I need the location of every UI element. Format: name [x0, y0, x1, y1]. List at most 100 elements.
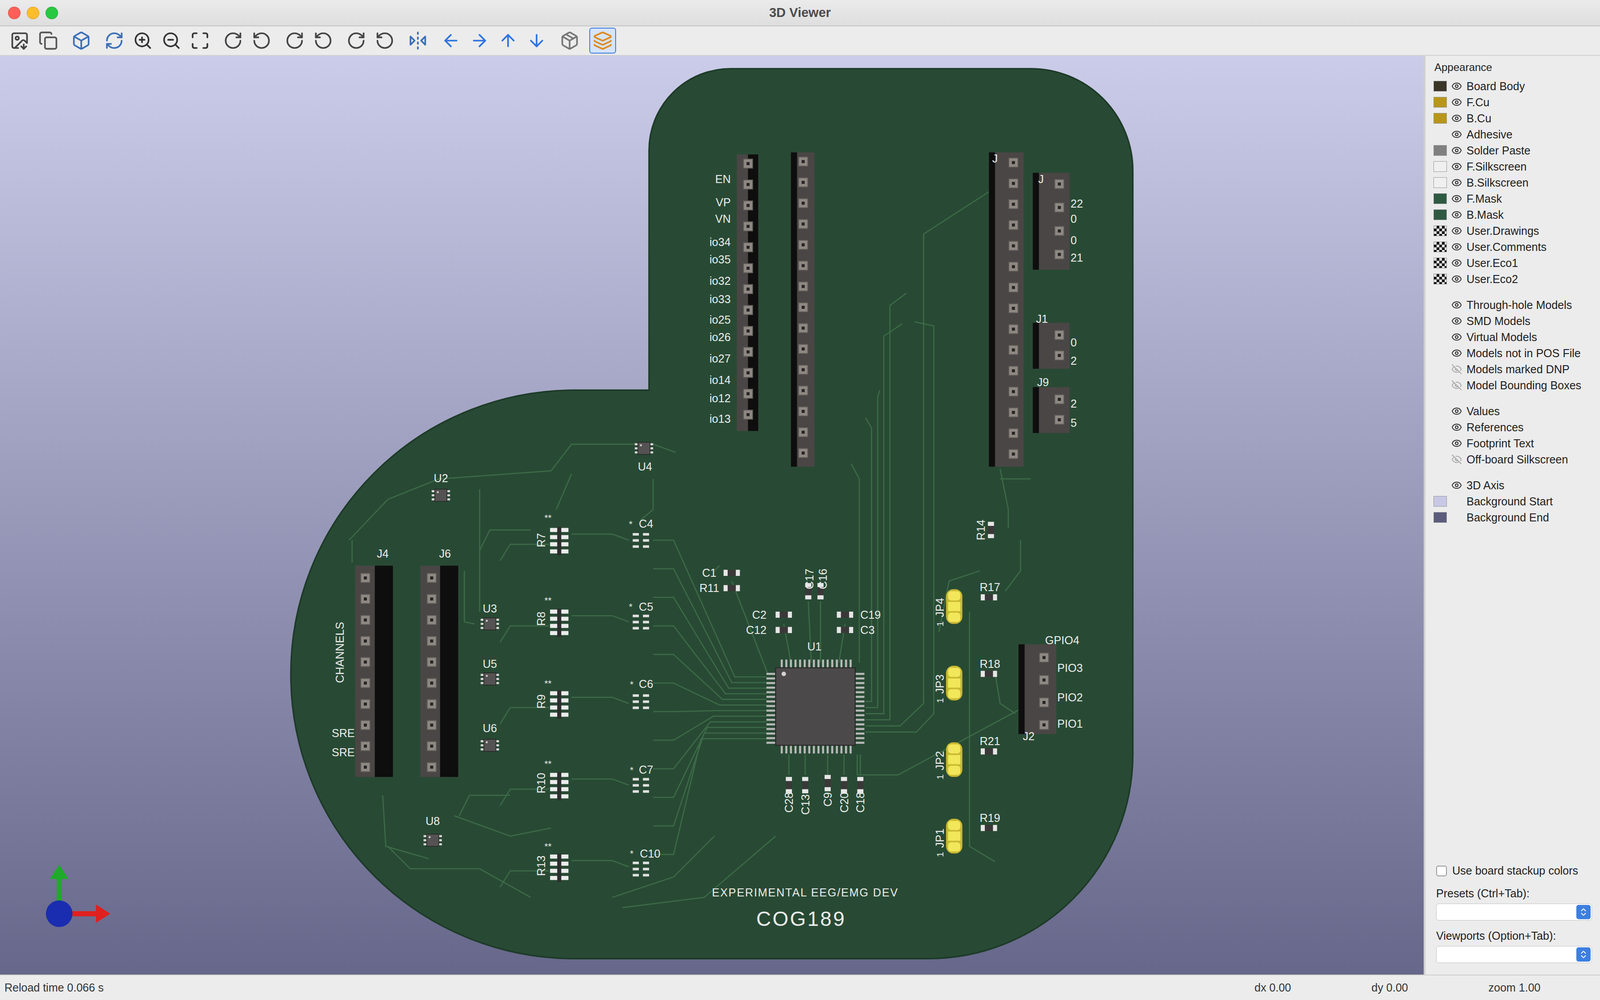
toolbar-button[interactable] [589, 27, 617, 54]
visibility-toggle[interactable] [1450, 79, 1463, 93]
viewports-dropdown[interactable] [1436, 945, 1592, 963]
visibility-toggle[interactable] [1450, 379, 1463, 392]
toolbar-group [100, 27, 214, 54]
layer-row[interactable]: Background End [1425, 509, 1600, 526]
reference-label: C17 [803, 568, 816, 590]
layer-row[interactable]: F.Cu [1425, 94, 1600, 111]
layer-row[interactable]: Virtual Models [1425, 329, 1600, 346]
layer-row[interactable]: Background Start [1425, 493, 1600, 510]
toolbar-button[interactable] [437, 27, 465, 54]
visibility-toggle[interactable] [1450, 362, 1463, 376]
color-swatch[interactable] [1433, 495, 1447, 507]
stackup-checkbox-row[interactable]: Use board stackup colors [1436, 864, 1592, 878]
color-swatch[interactable] [1433, 512, 1447, 523]
color-swatch[interactable] [1433, 96, 1447, 108]
color-swatch[interactable] [1433, 177, 1447, 188]
minimize-button[interactable] [26, 6, 40, 20]
color-swatch[interactable] [1433, 257, 1447, 269]
layer-row[interactable]: Solder Paste [1425, 142, 1600, 159]
layer-row[interactable]: Models marked DNP [1425, 361, 1600, 378]
layer-row[interactable]: B.Cu [1425, 110, 1600, 127]
toolbar-button[interactable] [248, 27, 275, 54]
layer-row[interactable]: Model Bounding Boxes [1425, 377, 1600, 394]
3d-board-view[interactable]: ENVPVNio34io35io32io33io25io26io27io14io… [0, 55, 1424, 975]
presets-dropdown[interactable] [1436, 903, 1592, 921]
color-swatch[interactable] [1433, 193, 1447, 205]
toolbar-button[interactable] [158, 27, 185, 54]
color-swatch[interactable] [1433, 80, 1447, 92]
toolbar-button[interactable] [100, 27, 128, 54]
checkbox[interactable] [1436, 865, 1447, 877]
visibility-toggle[interactable] [1450, 112, 1463, 125]
layer-row[interactable]: User.Comments [1425, 238, 1600, 255]
layer-row[interactable]: User.Eco1 [1425, 254, 1600, 271]
visibility-toggle[interactable] [1450, 346, 1463, 360]
close-button[interactable] [8, 6, 21, 20]
toolbar-button[interactable] [67, 27, 95, 54]
layer-row[interactable]: B.Silkscreen [1425, 174, 1600, 191]
visibility-toggle[interactable] [1450, 128, 1463, 141]
toolbar-button[interactable] [219, 27, 247, 54]
color-swatch[interactable] [1433, 161, 1447, 172]
layer-row[interactable]: Board Body [1425, 78, 1600, 95]
layer-row[interactable]: 3D Axis [1425, 477, 1600, 494]
layer-row[interactable]: F.Mask [1425, 190, 1600, 207]
visibility-toggle[interactable] [1450, 437, 1463, 450]
visibility-toggle[interactable] [1450, 272, 1463, 286]
toolbar-group [589, 27, 617, 54]
layer-row[interactable]: References [1425, 419, 1600, 436]
layer-row[interactable]: B.Mask [1425, 206, 1600, 223]
toolbar-button[interactable] [6, 27, 34, 54]
toolbar-button[interactable] [523, 27, 550, 54]
toolbar-button[interactable] [371, 27, 399, 54]
toolbar-button[interactable] [281, 27, 309, 54]
visibility-toggle[interactable] [1450, 314, 1463, 328]
layer-row[interactable]: F.Silkscreen [1425, 158, 1600, 175]
visibility-toggle[interactable] [1450, 144, 1463, 157]
visibility-toggle[interactable] [1450, 208, 1463, 221]
visibility-toggle[interactable] [1450, 256, 1463, 270]
layer-row[interactable]: Adhesive [1425, 126, 1600, 143]
toolbar-button[interactable] [129, 27, 157, 54]
layer-row[interactable]: Off-board Silkscreen [1425, 451, 1600, 468]
toolbar-button[interactable] [34, 27, 62, 54]
visibility-toggle[interactable] [1450, 453, 1463, 466]
color-swatch[interactable] [1433, 225, 1447, 237]
layer-row[interactable]: Values [1425, 403, 1600, 420]
visibility-toggle[interactable] [1450, 479, 1463, 492]
toolbar-button[interactable] [309, 27, 337, 54]
toolbar-button[interactable] [466, 27, 493, 54]
color-swatch[interactable] [1433, 209, 1447, 221]
layer-row[interactable]: Footprint Text [1425, 435, 1600, 452]
visibility-toggle[interactable] [1450, 176, 1463, 189]
trace [653, 716, 767, 741]
zoom-button[interactable] [45, 6, 59, 20]
header-pin [798, 198, 809, 209]
visibility-toggle[interactable] [1450, 95, 1463, 109]
color-swatch[interactable] [1433, 112, 1447, 124]
header-pin [1008, 241, 1019, 251]
layer-row[interactable]: User.Drawings [1425, 222, 1600, 239]
toolbar-button[interactable] [186, 27, 214, 54]
visibility-toggle[interactable] [1450, 298, 1463, 312]
visibility-toggle[interactable] [1450, 224, 1463, 238]
toolbar-button[interactable] [556, 27, 584, 54]
visibility-toggle[interactable] [1450, 160, 1463, 173]
color-swatch[interactable] [1433, 241, 1447, 253]
visibility-toggle[interactable] [1450, 330, 1463, 344]
layer-row[interactable]: SMD Models [1425, 312, 1600, 330]
visibility-toggle[interactable] [1450, 240, 1463, 254]
toolbar-button[interactable] [494, 27, 522, 54]
visibility-toggle[interactable] [1450, 404, 1463, 418]
layer-row[interactable]: Models not in POS File [1425, 345, 1600, 362]
header-pin [1039, 697, 1049, 708]
visibility-toggle[interactable] [1450, 192, 1463, 205]
toolbar-button[interactable] [404, 27, 432, 54]
layer-row[interactable]: User.Eco2 [1425, 270, 1600, 288]
layer-row[interactable]: Through-hole Models [1425, 296, 1600, 313]
render-canvas[interactable]: ENVPVNio34io35io32io33io25io26io27io14io… [0, 55, 1424, 975]
visibility-toggle[interactable] [1450, 420, 1463, 434]
color-swatch[interactable] [1433, 273, 1447, 285]
color-swatch[interactable] [1433, 145, 1447, 156]
toolbar-button[interactable] [342, 27, 370, 54]
